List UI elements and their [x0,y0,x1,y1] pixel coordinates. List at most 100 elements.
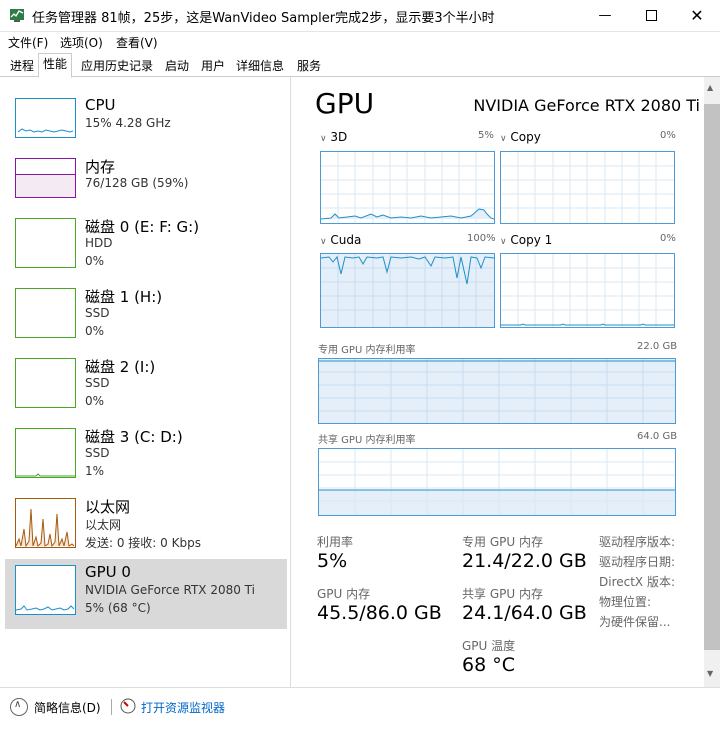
gpu0-thumbnail [15,565,76,615]
disk0-thumbnail [15,218,76,268]
engine-cuda-label: Cuda [330,233,362,247]
open-resource-monitor-link[interactable]: 打开资源监视器 [141,699,225,716]
fewer-details-link[interactable]: 简略信息(D) [34,699,101,716]
tab-services[interactable]: 服务 [292,55,326,77]
engine-copy-graph [500,151,675,224]
engine-copy-label: Copy [510,130,541,144]
dedicated-mem-stat-value: 21.4/22.0 GB [462,550,587,572]
gpu0-name: GPU 0 [85,563,131,581]
tab-processes[interactable]: 进程 [5,55,39,77]
chevron-down-icon: ∨ [320,134,327,144]
ethernet-name: 以太网 [85,498,131,516]
engine-3d-label: 3D [330,130,348,144]
engine-3d-graph [320,151,495,224]
memory-name: 内存 [85,158,116,176]
cpu-usage-text: 15% 4.28 GHz [85,116,171,130]
menu-options[interactable]: 选项(O) [60,34,103,51]
engine-copy1-graph [500,253,675,328]
disk3-type: SSD [85,446,110,460]
chevron-down-icon: ∨ [500,237,507,247]
engine-3d-dropdown[interactable]: ∨ 3D [320,130,347,144]
shared-mem-label: 共享 GPU 内存利用率 [318,435,416,446]
chevron-down-icon: ∨ [320,237,327,247]
memory-thumbnail [15,158,76,198]
memory-level-line [16,174,75,175]
scroll-up-icon[interactable]: ▲ [707,83,713,92]
tab-details[interactable]: 详细信息 [231,55,289,77]
engine-copy1-pct: 0% [660,233,676,244]
sidebar-item-gpu0[interactable]: GPU 0 NVIDIA GeForce RTX 2080 Ti 5% (68 … [5,559,287,629]
disk1-thumbnail [15,288,76,338]
engine-3d-pct: 5% [478,130,494,141]
util-label: 利用率 [317,535,354,549]
sidebar-item-disk3[interactable]: 磁盘 3 (C: D:) SSD 1% [5,422,287,492]
cpu-name: CPU [85,96,116,114]
gpu-mem-label: GPU 内存 [317,587,371,601]
gpu-detail-panel: GPU NVIDIA GeForce RTX 2080 Ti ∨ 3D 5% ∨… [296,77,704,687]
tab-performance[interactable]: 性能 [38,53,73,78]
dedicated-mem-max: 22.0 GB [637,341,678,352]
chevron-up-icon: ∧ [14,699,22,710]
minimize-icon: — [598,8,612,23]
disk0-type: HDD [85,236,113,250]
driver-date-label: 驱动程序日期: [599,555,676,569]
ethernet-type: 以太网 [85,518,122,532]
close-button[interactable]: ✕ [674,0,720,31]
resource-sidebar: CPU 15% 4.28 GHz 内存 76/128 GB (59%) 磁盘 0… [0,77,291,687]
gpu-mem-value: 45.5/86.0 GB [317,602,442,624]
ethernet-thumbnail [15,498,76,548]
resource-monitor-icon [120,698,136,714]
disk0-usage: 0% [85,254,105,268]
engine-copy-pct: 0% [660,130,676,141]
footer-divider [111,699,112,715]
tab-users[interactable]: 用户 [196,55,230,77]
shared-mem-stat-value: 24.1/64.0 GB [462,602,587,624]
close-icon: ✕ [690,6,704,25]
footer: ∧ 简略信息(D) 打开资源监视器 [0,687,720,732]
driver-version-label: 驱动程序版本: [599,535,676,549]
tab-strip: 进程 性能 应用历史记录 启动 用户 详细信息 服务 [0,53,720,78]
util-value: 5% [317,550,348,572]
directx-version-label: DirectX 版本: [599,575,676,589]
disk2-type: SSD [85,376,110,390]
shared-mem-stat-label: 共享 GPU 内存 [462,587,543,601]
gpu-heading: GPU [315,87,375,120]
maximize-button[interactable] [628,0,674,31]
collapse-button[interactable]: ∧ [10,698,28,716]
hardware-reserved-label: 为硬件保留... [599,615,671,629]
sidebar-item-disk1[interactable]: 磁盘 1 (H:) SSD 0% [5,282,287,352]
gpu-model-name: NVIDIA GeForce RTX 2080 Ti [473,96,700,115]
disk3-thumbnail [15,428,76,478]
scroll-down-icon[interactable]: ▼ [707,669,713,678]
disk1-type: SSD [85,306,110,320]
window-title: 任务管理器 81帧，25步，这是WanVideo Sampler完成2步，显示要… [32,11,495,26]
shared-mem-graph [318,448,676,516]
ethernet-throughput: 发送: 0 接收: 0 Kbps [85,536,201,550]
engine-copy-dropdown[interactable]: ∨ Copy [500,130,541,144]
disk3-usage: 1% [85,464,105,478]
disk2-name: 磁盘 2 (I:) [85,358,156,376]
sidebar-item-disk0[interactable]: 磁盘 0 (E: F: G:) HDD 0% [5,212,287,282]
disk1-usage: 0% [85,324,105,338]
engine-copy1-dropdown[interactable]: ∨ Copy 1 [500,233,552,247]
physical-location-label: 物理位置: [599,595,652,609]
disk2-usage: 0% [85,394,105,408]
shared-mem-max: 64.0 GB [637,431,678,442]
sidebar-item-ethernet[interactable]: 以太网 以太网 发送: 0 接收: 0 Kbps [5,492,287,562]
engine-cuda-dropdown[interactable]: ∨ Cuda [320,233,361,247]
cpu-thumbnail [15,98,76,138]
gpu0-model: NVIDIA GeForce RTX 2080 Ti [85,583,255,597]
disk3-name: 磁盘 3 (C: D:) [85,428,183,446]
memory-usage-text: 76/128 GB (59%) [85,176,189,190]
sidebar-item-disk2[interactable]: 磁盘 2 (I:) SSD 0% [5,352,287,422]
engine-cuda-graph [320,253,495,328]
scrollbar-thumb[interactable] [704,104,720,650]
tab-startup[interactable]: 启动 [160,55,194,77]
minimize-button[interactable]: — [582,0,628,31]
gpu-temp-value: 68 °C [462,654,515,676]
menu-view[interactable]: 查看(V) [116,34,158,51]
engine-copy1-label: Copy 1 [510,233,553,247]
tab-app-history[interactable]: 应用历史记录 [76,55,158,77]
disk2-thumbnail [15,358,76,408]
menu-file[interactable]: 文件(F) [8,34,48,51]
